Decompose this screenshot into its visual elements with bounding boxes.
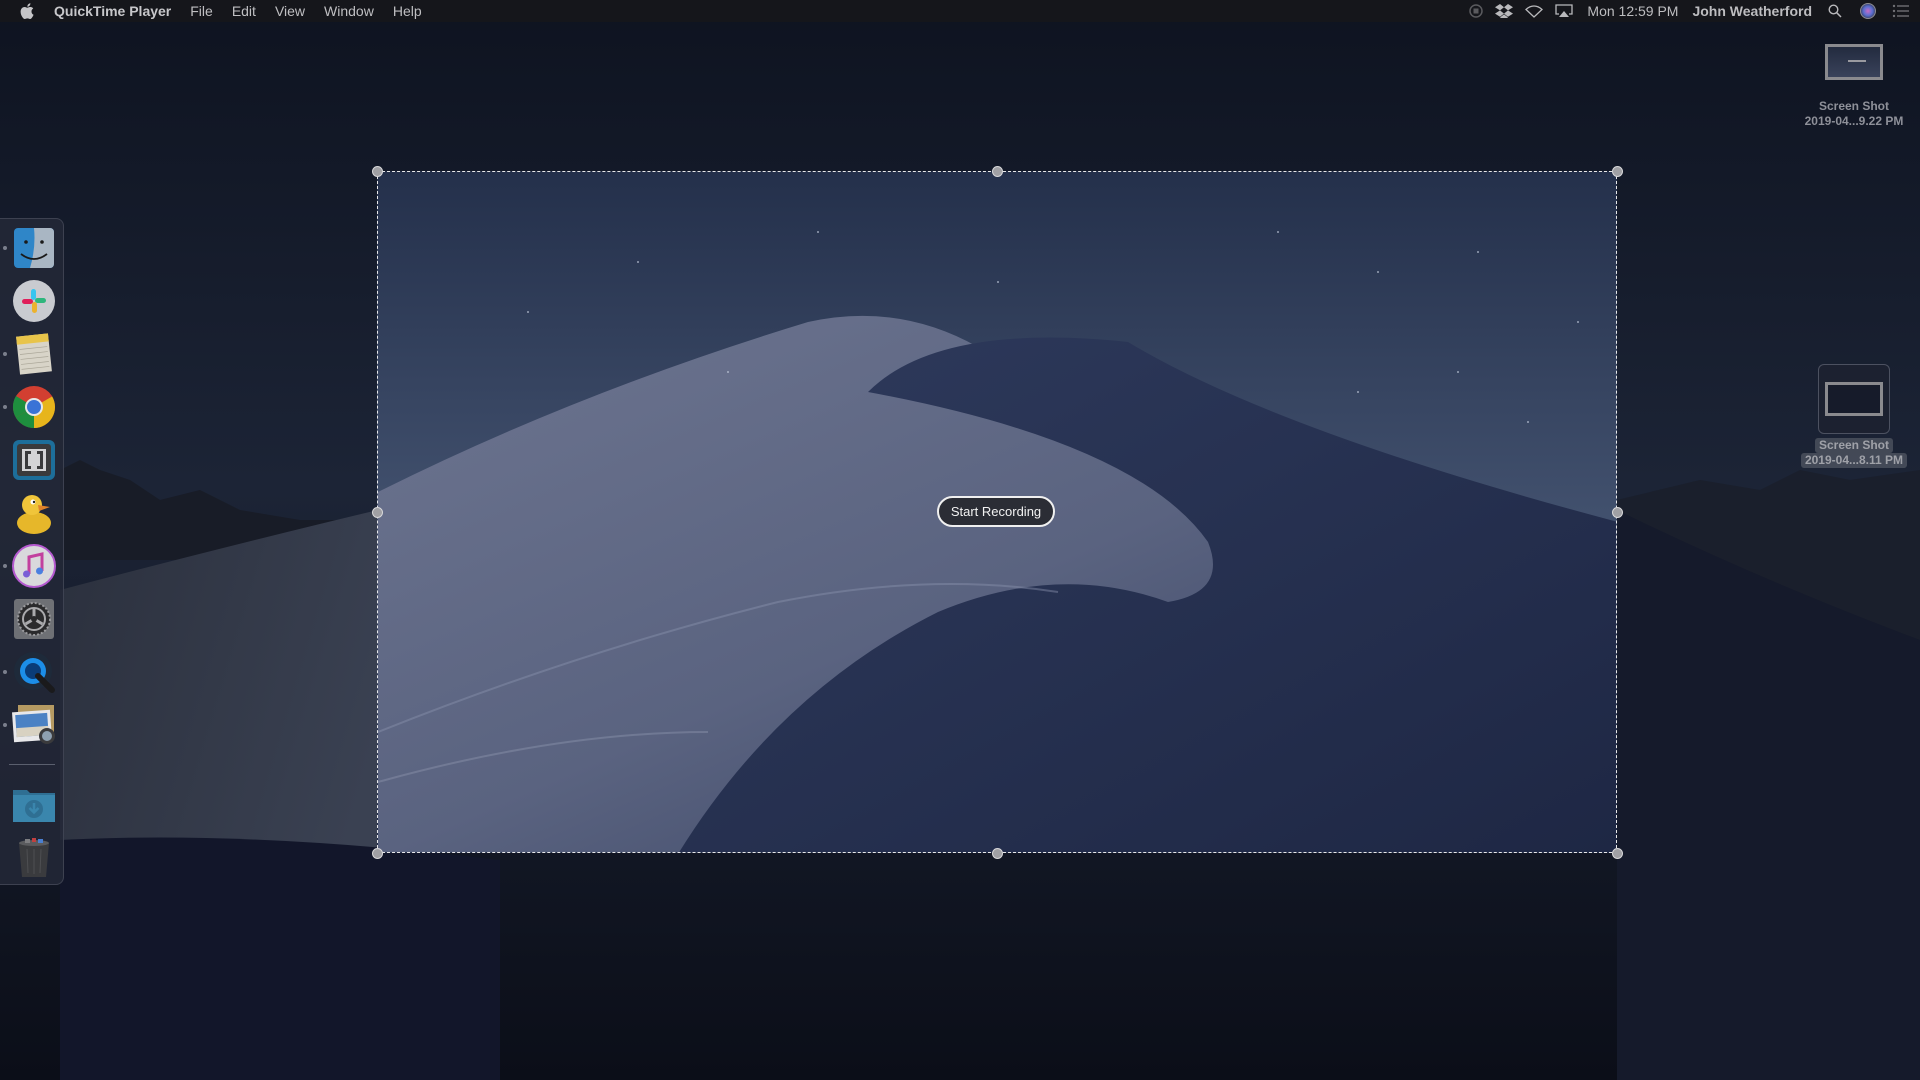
resize-handle-left[interactable]: [372, 507, 383, 518]
menubar-user-name[interactable]: John Weatherford: [1692, 3, 1812, 19]
menu-view[interactable]: View: [275, 3, 305, 19]
finder-icon: [14, 228, 54, 268]
trash-icon: [19, 838, 49, 877]
dock-item-cyberduck[interactable]: [12, 491, 56, 535]
chrome-icon: [12, 386, 56, 428]
menu-bar: QuickTime Player File Edit View Window H…: [0, 0, 1920, 22]
desktop-file-date: 2019-04...9.22 PM: [1804, 114, 1904, 128]
running-indicator: [3, 564, 7, 568]
desktop-file-screenshot-2[interactable]: Screen Shot 2019-04...8.11 PM: [1794, 364, 1914, 468]
start-recording-button[interactable]: Start Recording: [937, 496, 1055, 527]
running-indicator: [3, 246, 7, 250]
notification-center-icon[interactable]: [1892, 4, 1910, 18]
spotlight-search-icon[interactable]: [1828, 4, 1842, 18]
menu-help[interactable]: Help: [393, 3, 422, 19]
resize-handle-right[interactable]: [1612, 507, 1623, 518]
dock: [0, 218, 64, 885]
dock-item-downloads[interactable]: [12, 782, 56, 826]
running-indicator: [3, 405, 7, 409]
screenshot-thumbnail-icon: [1825, 382, 1883, 416]
selected-file-highlight: [1818, 364, 1890, 434]
downloads-folder-icon: [13, 790, 55, 822]
screenshot-thumbnail-icon: [1825, 44, 1883, 80]
dock-item-slack[interactable]: [12, 279, 56, 323]
brackets-icon: [13, 440, 55, 480]
menu-edit[interactable]: Edit: [232, 3, 256, 19]
menu-file[interactable]: File: [190, 3, 213, 19]
apple-logo-icon[interactable]: [20, 3, 34, 19]
cyberduck-icon: [17, 495, 51, 534]
itunes-icon: [12, 544, 56, 588]
running-indicator: [3, 723, 7, 727]
resize-handle-bottom-left[interactable]: [372, 848, 383, 859]
slack-icon: [13, 280, 55, 322]
desktop-file-name: Screen Shot: [1814, 438, 1894, 453]
dock-item-preview[interactable]: [11, 703, 56, 747]
preview-icon: [11, 705, 55, 744]
dock-item-system-preferences[interactable]: [12, 597, 56, 641]
system-preferences-icon: [14, 599, 54, 639]
desktop-file-date: 2019-04...8.11 PM: [1800, 453, 1908, 468]
thumbnail-detail: [1848, 60, 1866, 62]
resize-handle-top-left[interactable]: [372, 166, 383, 177]
dock-separator: [9, 764, 55, 765]
running-indicator: [3, 670, 7, 674]
desktop-file-name: Screen Shot: [1818, 99, 1890, 113]
notes-icon: [16, 333, 52, 375]
menu-app-name[interactable]: QuickTime Player: [54, 3, 171, 19]
resize-handle-top[interactable]: [992, 166, 1003, 177]
dock-item-itunes[interactable]: [12, 544, 56, 588]
dock-item-brackets[interactable]: [12, 438, 56, 482]
resize-handle-bottom-right[interactable]: [1612, 848, 1623, 859]
dock-item-trash[interactable]: [12, 835, 56, 879]
running-indicator: [3, 352, 7, 356]
dropbox-icon[interactable]: [1495, 4, 1514, 18]
siri-icon[interactable]: [1860, 3, 1876, 19]
dock-item-notes[interactable]: [12, 332, 56, 376]
dock-item-quicktime[interactable]: [12, 650, 56, 694]
menubar-clock[interactable]: Mon 12:59 PM: [1587, 3, 1678, 19]
quicktime-icon: [14, 652, 55, 693]
desktop-file-screenshot-1[interactable]: Screen Shot 2019-04...9.22 PM: [1794, 42, 1914, 129]
resize-handle-bottom[interactable]: [992, 848, 1003, 859]
wifi-icon[interactable]: [1525, 4, 1544, 18]
record-stop-icon[interactable]: [1469, 4, 1484, 18]
dock-item-finder[interactable]: [12, 226, 56, 270]
dock-item-chrome[interactable]: [12, 385, 56, 429]
airplay-icon[interactable]: [1555, 4, 1574, 18]
resize-handle-top-right[interactable]: [1612, 166, 1623, 177]
menu-window[interactable]: Window: [324, 3, 374, 19]
